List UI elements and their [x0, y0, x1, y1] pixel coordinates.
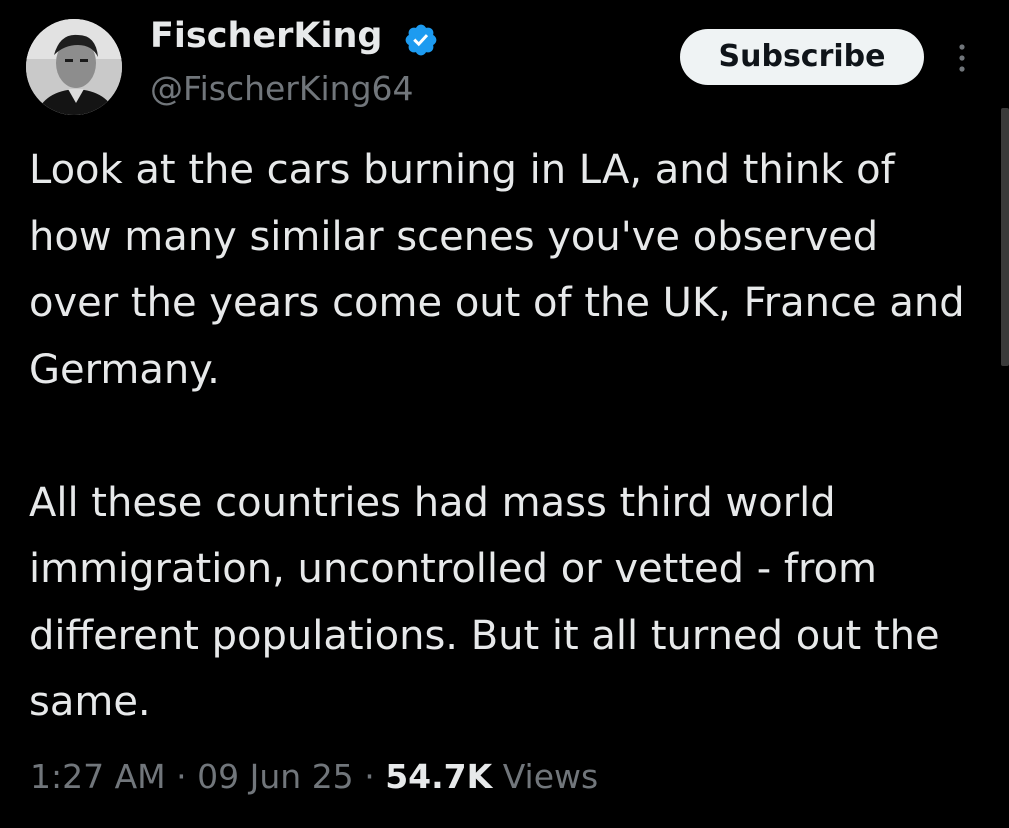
verified-badge-icon	[405, 24, 437, 56]
tweet-meta: 1:27 AM · 09 Jun 25 · 54.7K Views	[30, 752, 598, 802]
avatar[interactable]	[26, 19, 122, 115]
subscribe-button[interactable]: Subscribe	[680, 29, 924, 85]
tweet: FischerKing @FischerKing64 Subscribe Loo…	[0, 0, 1009, 828]
views-label: Views	[502, 757, 599, 796]
author-display-name[interactable]: FischerKing	[150, 14, 383, 58]
tweet-time[interactable]: 1:27 AM	[30, 757, 166, 796]
meta-separator: ·	[364, 757, 375, 796]
tweet-paragraph: Look at the cars burning in LA, and thin…	[29, 147, 965, 393]
tweet-text: Look at the cars burning in LA, and thin…	[29, 137, 979, 736]
tweet-paragraph: All these countries had mass third world…	[29, 479, 940, 726]
meta-separator: ·	[176, 757, 187, 796]
scrollbar-thumb[interactable]	[1001, 108, 1009, 366]
views-count[interactable]: 54.7K	[385, 757, 492, 796]
author-handle[interactable]: @FischerKing64	[150, 68, 414, 110]
tweet-date[interactable]: 09 Jun 25	[197, 757, 354, 796]
more-options-icon[interactable]	[950, 38, 974, 78]
avatar-photo	[26, 19, 122, 115]
